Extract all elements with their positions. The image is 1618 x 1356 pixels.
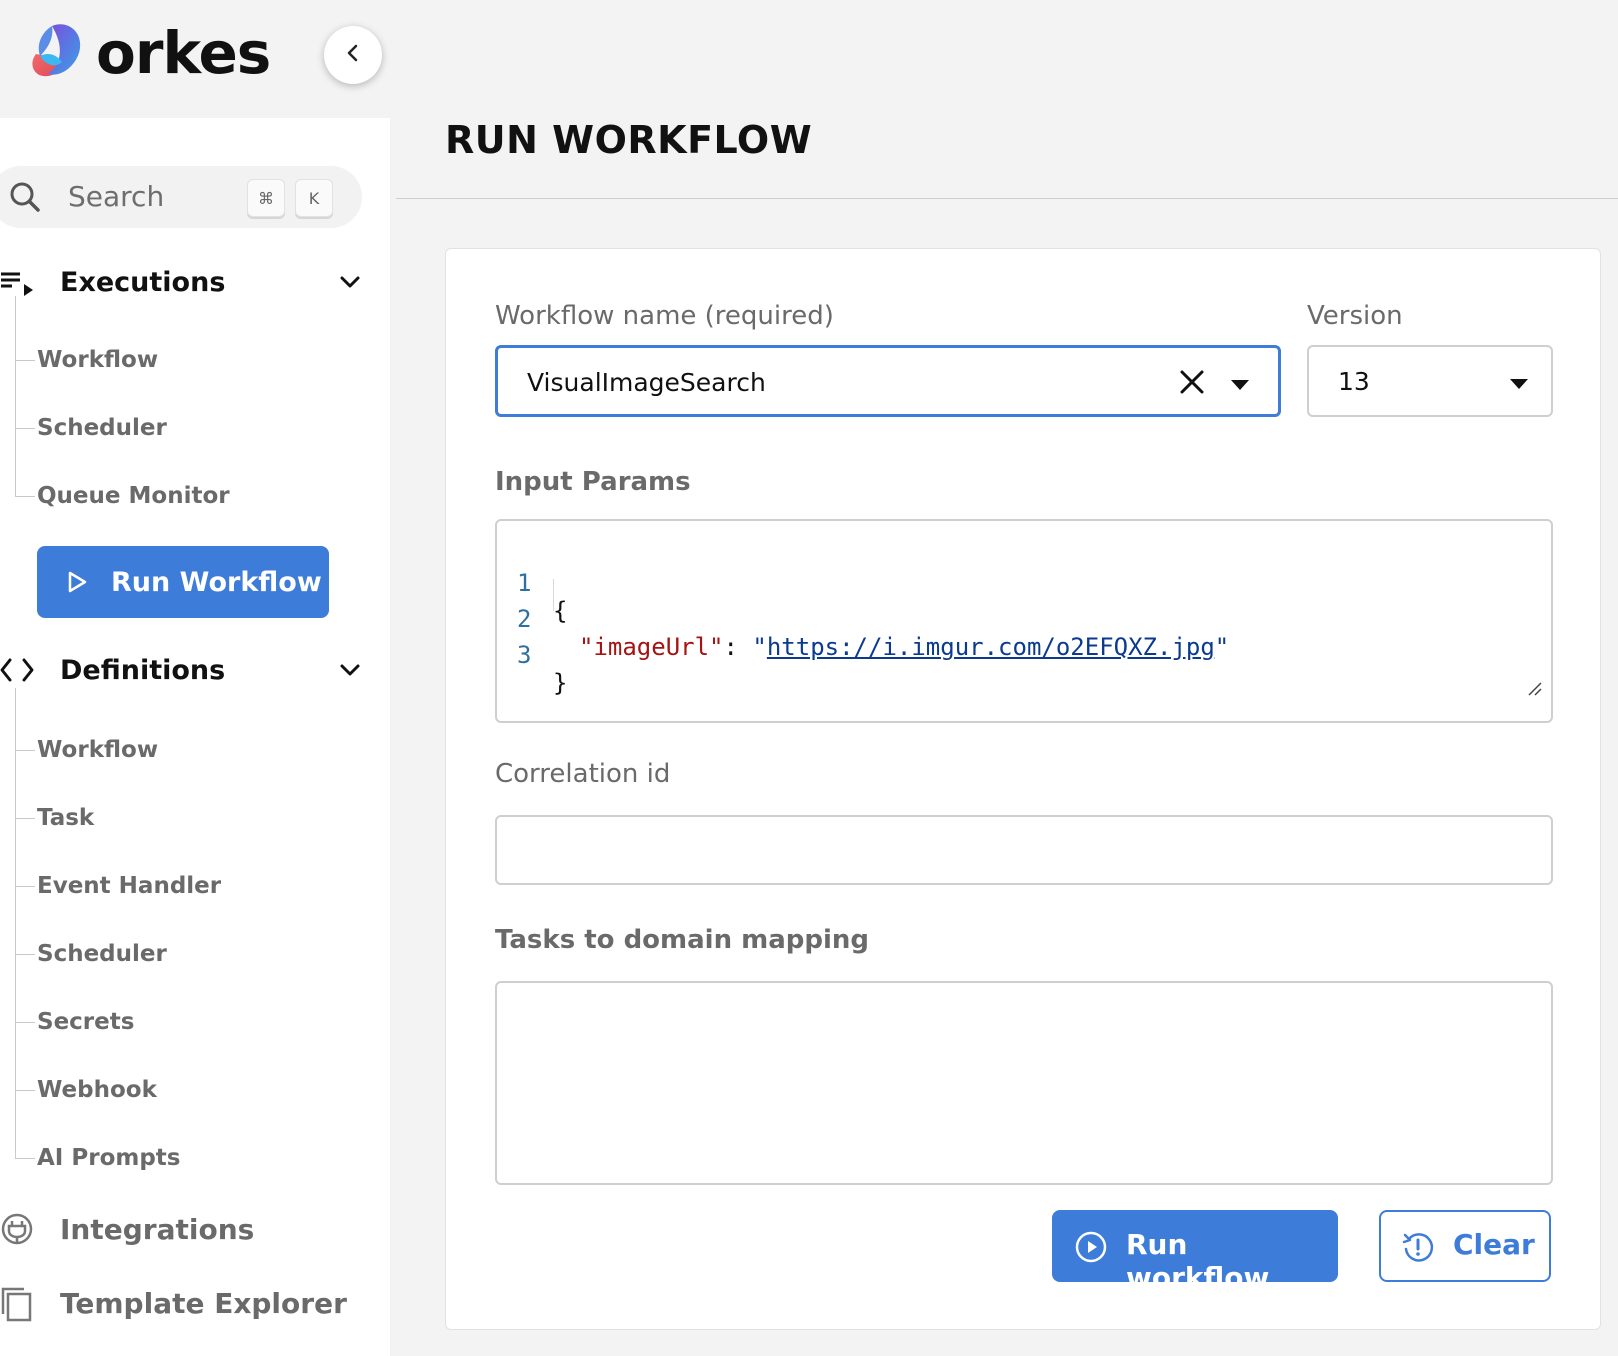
sidebar-item-executions-workflow[interactable]: Workflow <box>15 340 158 380</box>
brand-logo[interactable]: orkes <box>22 18 271 88</box>
dropdown-arrow-icon[interactable] <box>1509 375 1529 394</box>
chevron-down-icon <box>338 658 362 686</box>
run-workflow-nav-label: Run Workflow <box>111 566 322 598</box>
definitions-section-header[interactable]: Definitions <box>0 642 380 698</box>
version-label: Version <box>1307 301 1403 331</box>
sidebar-search[interactable]: Search ⌘ K <box>0 166 362 228</box>
sidebar-item-event-handler[interactable]: Event Handler <box>15 866 221 906</box>
sidebar-item-ai-prompts[interactable]: AI Prompts <box>15 1138 180 1178</box>
tasks-to-domain-editor[interactable] <box>495 981 1553 1185</box>
brand-name: orkes <box>96 19 271 87</box>
shortcut-k-key: K <box>295 179 333 217</box>
sidebar-item-webhook[interactable]: Webhook <box>15 1070 157 1110</box>
orkes-logo-icon <box>22 18 88 88</box>
input-params-editor[interactable]: 1 { 2 "imageUrl": "https://i.imgur.com/o… <box>495 519 1553 723</box>
executions-title: Executions <box>60 266 226 298</box>
workflow-name-field[interactable]: VisualImageSearch <box>495 345 1281 417</box>
run-workflow-form: Workflow name (required) VisualImageSear… <box>445 248 1601 1330</box>
code-line: 3 } <box>517 641 568 697</box>
plug-icon <box>0 1212 34 1250</box>
code-line: 2 "imageUrl": "https://i.imgur.com/o2EFQ… <box>517 605 1230 661</box>
executions-icon <box>0 268 36 302</box>
collapse-sidebar-button[interactable] <box>324 26 382 84</box>
sidebar-item-secrets[interactable]: Secrets <box>15 1002 134 1042</box>
image-url-link[interactable]: https://i.imgur.com/o2EFQXZ.jpg <box>767 633 1215 661</box>
sidebar-item-queue-monitor[interactable]: Queue Monitor <box>15 476 230 516</box>
shortcut-cmd-key: ⌘ <box>247 179 285 217</box>
code-line: 1 { <box>517 569 568 625</box>
tree-line <box>15 296 16 496</box>
sidebar-item-task[interactable]: Task <box>15 798 94 838</box>
reset-icon <box>1401 1230 1435 1268</box>
sidebar-item-executions-scheduler[interactable]: Scheduler <box>15 408 167 448</box>
workflow-name-value: VisualImageSearch <box>527 368 766 397</box>
sidebar: orkes Search ⌘ K Executions Workflow Sch… <box>0 0 390 1356</box>
workflow-name-label: Workflow name (required) <box>495 301 834 331</box>
search-icon <box>8 180 42 218</box>
play-icon <box>65 570 89 598</box>
run-workflow-button[interactable]: Run workflow <box>1052 1210 1338 1294</box>
sidebar-item-integrations[interactable]: Integrations <box>0 1204 380 1254</box>
search-input[interactable]: Search <box>68 180 164 213</box>
copy-icon <box>0 1286 34 1326</box>
version-value: 13 <box>1338 367 1370 396</box>
definitions-title: Definitions <box>60 654 226 686</box>
play-circle-icon <box>1074 1230 1108 1268</box>
page-title: RUN WORKFLOW <box>445 118 813 162</box>
run-workflow-nav-button[interactable]: Run Workflow <box>37 546 329 618</box>
correlation-id-field[interactable] <box>495 815 1553 885</box>
version-select[interactable]: 13 <box>1307 345 1553 417</box>
tasks-to-domain-label: Tasks to domain mapping <box>495 925 870 955</box>
chevron-left-icon <box>342 42 364 68</box>
sidebar-item-definitions-workflow[interactable]: Workflow <box>15 730 158 770</box>
title-divider <box>396 198 1618 199</box>
close-icon[interactable] <box>1178 368 1206 400</box>
resize-handle-icon[interactable] <box>1527 681 1543 701</box>
input-params-label: Input Params <box>495 467 691 497</box>
dropdown-arrow-icon[interactable] <box>1230 376 1250 395</box>
sidebar-item-definitions-scheduler[interactable]: Scheduler <box>15 934 167 974</box>
executions-section-header[interactable]: Executions <box>0 254 380 310</box>
sidebar-item-template-explorer[interactable]: Template Explorer <box>0 1278 380 1328</box>
chevron-down-icon <box>338 270 362 298</box>
correlation-id-label: Correlation id <box>495 759 671 789</box>
clear-button[interactable]: Clear <box>1379 1210 1551 1282</box>
code-icon <box>0 656 36 688</box>
